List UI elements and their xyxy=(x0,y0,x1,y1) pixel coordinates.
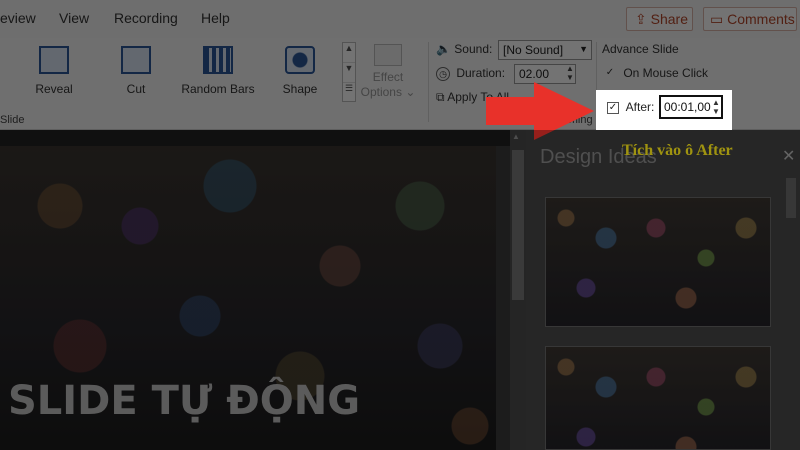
menu-recording[interactable]: Recording xyxy=(114,10,178,26)
advance-slide-label: Advance Slide xyxy=(602,42,679,56)
duration-label-row: ◷ Duration: xyxy=(436,66,505,81)
after-spinner[interactable]: ▲ ▼ xyxy=(711,98,721,116)
sound-select[interactable]: [No Sound] ▼ xyxy=(498,40,592,60)
design-idea-thumbnail[interactable] xyxy=(545,346,771,450)
group-label-slide: Slide xyxy=(0,114,25,126)
instruction-caption: Tích vào ô After xyxy=(622,142,733,159)
reveal-icon xyxy=(39,46,69,74)
effect-options-button[interactable]: Effect Options ⌄ xyxy=(360,44,416,100)
chevron-down-icon: ▼ xyxy=(579,44,588,54)
menu-help[interactable]: Help xyxy=(201,10,230,26)
comments-label: Comments xyxy=(727,11,795,27)
random-bars-icon xyxy=(203,46,233,74)
transition-shape[interactable]: Shape xyxy=(260,46,340,96)
pointer-arrow-icon xyxy=(486,82,594,140)
checkmark-icon: ✓ xyxy=(605,66,615,78)
cut-icon xyxy=(121,46,151,74)
transition-reveal[interactable]: Reveal xyxy=(14,46,94,96)
menu-review[interactable]: eview xyxy=(0,10,36,26)
menu-view[interactable]: View xyxy=(59,10,89,26)
slide-title[interactable]: SLIDE TỰ ĐỘNG xyxy=(8,378,360,424)
share-label: Share xyxy=(650,11,688,27)
close-icon[interactable]: ✕ xyxy=(782,146,795,166)
after-checkbox[interactable]: ✓ After: xyxy=(607,100,654,114)
slide-canvas[interactable]: SLIDE TỰ ĐỘNG xyxy=(0,146,496,450)
comment-icon: ▭ xyxy=(710,11,724,27)
transition-random-bars[interactable]: Random Bars xyxy=(178,46,258,96)
gallery-more-icon[interactable]: ☰ xyxy=(343,83,355,103)
comments-button[interactable]: ▭ Comments xyxy=(703,7,797,31)
design-idea-thumbnail[interactable] xyxy=(545,197,771,327)
gallery-down-icon[interactable]: ▼ xyxy=(343,63,355,83)
share-button[interactable]: ⇪ Share xyxy=(626,7,693,31)
sound-icon: 🔈 xyxy=(436,42,451,56)
sound-label-row: 🔈 Sound: xyxy=(436,42,493,56)
share-icon: ⇪ xyxy=(635,11,647,27)
ribbon-divider xyxy=(428,42,429,122)
scrollbar-thumb[interactable] xyxy=(512,150,524,300)
canvas-margin xyxy=(496,146,510,450)
duration-spinner[interactable]: ▲ ▼ xyxy=(564,64,576,84)
checkmark-icon: ✓ xyxy=(607,101,619,114)
clock-icon: ◷ xyxy=(436,66,450,81)
design-ideas-scrollbar[interactable] xyxy=(786,178,796,218)
gallery-up-icon[interactable]: ▲ xyxy=(343,43,355,63)
gallery-scroll[interactable]: ▲ ▼ ☰ xyxy=(342,42,356,102)
menu-bar: eview View Recording Help ⇪ Share ▭ Comm… xyxy=(0,0,800,38)
on-mouse-click-checkbox[interactable]: ✓ On Mouse Click xyxy=(604,66,708,80)
transition-cut[interactable]: Cut xyxy=(96,46,176,96)
apply-all-icon: ⧉ xyxy=(436,90,445,104)
shape-icon xyxy=(285,46,315,74)
effect-options-icon xyxy=(374,44,402,66)
